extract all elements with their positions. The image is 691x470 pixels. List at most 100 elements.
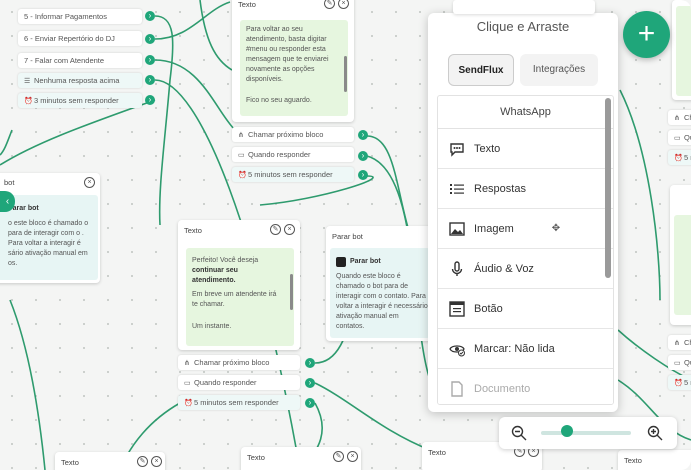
block-item-respostas[interactable]: Respostas — [438, 169, 613, 209]
node-header: Texto — [61, 458, 79, 467]
share-icon: ⋔ — [674, 340, 680, 347]
text-node[interactable]: Texto — [618, 450, 691, 470]
scrollbar[interactable] — [290, 274, 293, 310]
zoom-slider[interactable] — [541, 431, 631, 435]
list-scrollbar[interactable] — [605, 98, 611, 278]
next-block-item[interactable]: ⋔Ch — [668, 335, 691, 350]
text-node[interactable] — [672, 0, 691, 100]
next-block-item[interactable]: ⋔ Chamar próximo bloco — [232, 127, 354, 142]
zoom-control — [499, 417, 677, 449]
block-item-marcar-nao-lida[interactable]: Marcar: Não lida — [438, 329, 613, 369]
scrollbar[interactable] — [344, 56, 347, 92]
flow-canvas[interactable]: 5 - Informar Pagamentos › 6 - Enviar Rep… — [0, 0, 691, 470]
on-reply-item[interactable]: ▭ Quando responder — [232, 147, 354, 162]
message-box — [674, 215, 691, 315]
message-icon: ▭ — [238, 152, 245, 159]
alarm-icon: ⏰ — [674, 380, 683, 387]
chat-bubble-icon — [448, 140, 466, 158]
timeout-item[interactable]: ⏰5 minutos sem responder — [178, 395, 300, 410]
wire — [199, 0, 233, 71]
alarm-icon: ⏰ — [24, 98, 33, 105]
close-icon[interactable]: × — [347, 451, 358, 462]
image-icon — [448, 220, 466, 238]
text-node[interactable] — [670, 185, 691, 325]
zoom-in-icon[interactable] — [647, 425, 663, 441]
connector-arrow-icon[interactable]: › — [358, 151, 368, 161]
wire — [619, 89, 661, 301]
option-item[interactable]: 5 - Informar Pagamentos — [18, 9, 142, 24]
message-box: Para voltar ao seu atendimento, basta di… — [240, 20, 348, 116]
info-box: Parar bot o este bloco é chamado o para … — [0, 195, 98, 280]
on-reply-item[interactable]: ▭ Quando responder — [178, 375, 300, 390]
button-icon — [448, 300, 466, 318]
stop-bot-node[interactable]: Parar bot Parar bot Quando este bloco é … — [326, 226, 434, 341]
block-item-audio[interactable]: Áudio & Voz — [438, 249, 613, 289]
edit-icon[interactable]: ✎ — [270, 224, 281, 235]
node-header: Parar bot — [332, 232, 363, 241]
add-block-button[interactable]: + — [623, 11, 670, 58]
node-header: Texto — [428, 448, 446, 457]
node-header: Texto — [624, 456, 642, 465]
zoom-out-icon[interactable] — [511, 425, 527, 441]
node-header: Texto — [238, 0, 256, 9]
list-icon — [448, 180, 466, 198]
connector-arrow-icon[interactable]: › — [145, 11, 155, 21]
connector-arrow-icon[interactable]: › — [305, 378, 315, 388]
tab-integracoes[interactable]: Integrações — [520, 54, 598, 86]
text-node[interactable]: Texto ✎ × — [55, 452, 165, 470]
panel-title: Clique e Arraste — [476, 19, 570, 34]
text-node[interactable]: Texto ✎ × — [241, 447, 361, 470]
option-item[interactable]: 6 - Enviar Repertório do DJ — [18, 31, 142, 46]
timeout-item[interactable]: ⏰5 n — [668, 150, 691, 165]
timeout-item[interactable]: ⏰5 minutos sem responder — [232, 167, 354, 182]
share-icon: ⋔ — [238, 132, 244, 139]
text-node[interactable]: Texto ✎ × Perfeito! Você deseja continua… — [178, 220, 300, 350]
edit-icon[interactable]: ✎ — [137, 456, 148, 467]
message-icon: ▭ — [184, 380, 191, 387]
connector-arrow-icon[interactable]: › — [305, 358, 315, 368]
timeout-item[interactable]: ⏰5 m — [668, 375, 691, 390]
block-item-documento[interactable]: Documento — [438, 369, 613, 404]
close-icon[interactable]: × — [284, 224, 295, 235]
option-item[interactable]: 7 - Falar com Atendente — [18, 53, 142, 68]
wire — [0, 99, 156, 166]
node-header: Texto — [184, 226, 202, 235]
node-header: bot — [4, 178, 15, 187]
connector-arrow-icon[interactable]: › — [358, 170, 368, 180]
document-icon — [448, 380, 466, 398]
connector-arrow-icon[interactable]: › — [145, 34, 155, 44]
alarm-icon: ⏰ — [238, 172, 247, 179]
connector-arrow-icon[interactable]: › — [305, 398, 315, 408]
alarm-icon: ⏰ — [674, 155, 683, 162]
block-item-texto[interactable]: Texto — [438, 129, 613, 169]
connector-arrow-icon[interactable]: › — [145, 95, 155, 105]
alarm-icon: ⏰ — [184, 400, 193, 407]
next-block-item[interactable]: ⋔ Chamar próximo bloco — [178, 355, 300, 370]
blocks-list[interactable]: WhatsApp Texto Respostas Imagem ✥ Áudio … — [437, 95, 614, 405]
edit-icon[interactable]: ✎ — [333, 451, 344, 462]
on-reply-item[interactable]: ▭Qu — [668, 130, 691, 145]
message-box — [676, 6, 691, 96]
close-icon[interactable]: × — [84, 177, 95, 188]
node-behind-panel — [453, 0, 595, 14]
tab-sendflux[interactable]: SendFlux — [448, 54, 514, 86]
blocks-panel: Clique e Arraste SendFlux Integrações Wh… — [428, 0, 618, 412]
connector-arrow-icon[interactable]: › — [145, 55, 155, 65]
stop-bot-node[interactable]: bot × Parar bot o este bloco é chamado o… — [0, 173, 100, 283]
next-block-item[interactable]: ⋔Ch — [668, 110, 691, 125]
node-header: Texto — [247, 453, 265, 462]
connector-arrow-icon[interactable]: › — [358, 130, 368, 140]
edit-icon[interactable]: ✎ — [324, 0, 335, 9]
option-item[interactable]: ☰ Nenhuma resposta acima — [18, 73, 142, 88]
on-reply-item[interactable]: ▭Qu — [668, 355, 691, 370]
zoom-slider-knob[interactable] — [561, 425, 573, 437]
connector-arrow-icon[interactable]: › — [145, 75, 155, 85]
block-item-imagem[interactable]: Imagem ✥ — [438, 209, 613, 249]
eye-check-icon — [448, 340, 466, 358]
list-header: WhatsApp — [438, 96, 613, 129]
option-item[interactable]: ⏰3 minutos sem responder — [18, 93, 142, 108]
close-icon[interactable]: × — [151, 456, 162, 467]
close-icon[interactable]: × — [338, 0, 349, 9]
text-node[interactable]: Texto ✎ × Para voltar ao seu atendimento… — [232, 0, 354, 122]
block-item-botao[interactable]: Botão — [438, 289, 613, 329]
